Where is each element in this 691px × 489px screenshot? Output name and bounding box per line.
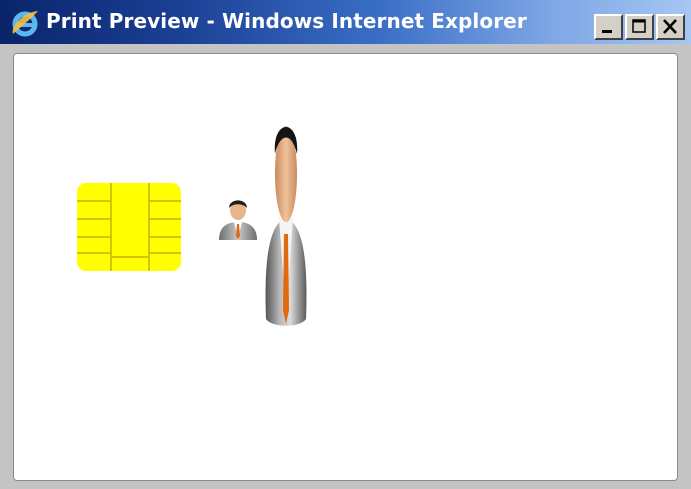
close-icon <box>663 19 677 34</box>
minimize-button[interactable] <box>594 14 623 40</box>
minimize-icon <box>602 30 612 33</box>
print-preview-window: Print Preview - Windows Internet Explore… <box>0 0 691 489</box>
window-frame-right <box>678 53 691 489</box>
person-small-image <box>219 200 257 240</box>
maximize-button[interactable] <box>625 14 654 40</box>
window-frame-bottom <box>0 481 691 489</box>
window-frame-top <box>0 44 691 53</box>
title-bar[interactable]: Print Preview - Windows Internet Explore… <box>0 0 691 44</box>
window-frame-left <box>0 44 13 489</box>
internet-explorer-icon <box>10 8 40 38</box>
smart-card-chip-image <box>77 183 181 271</box>
person-stretched-image <box>265 126 307 326</box>
close-button[interactable] <box>656 14 685 40</box>
maximize-icon <box>632 19 646 33</box>
window-title: Print Preview - Windows Internet Explore… <box>46 9 527 33</box>
